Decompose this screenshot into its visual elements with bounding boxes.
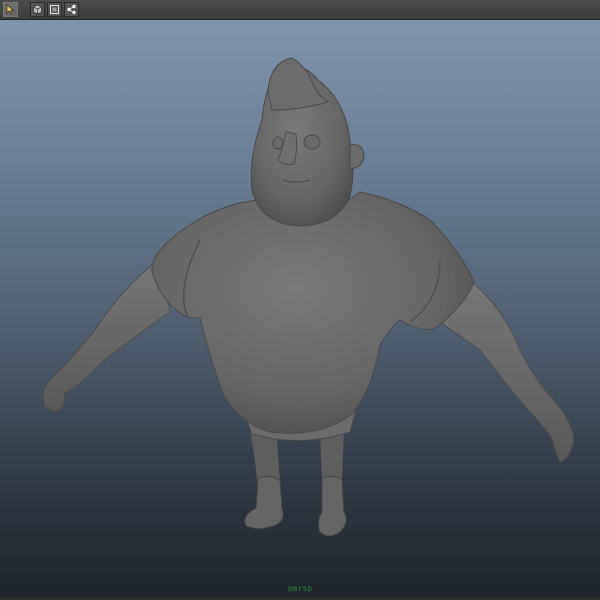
ear bbox=[349, 144, 365, 169]
character-model[interactable] bbox=[0, 20, 600, 597]
viewport-toolbar bbox=[0, 0, 600, 20]
right-boot bbox=[317, 475, 347, 537]
cube-view-tool-button[interactable] bbox=[30, 2, 45, 17]
torso bbox=[151, 191, 475, 434]
left-boot bbox=[244, 475, 284, 530]
select-tool-button[interactable] bbox=[3, 2, 18, 17]
3d-viewport[interactable]: persp bbox=[0, 20, 600, 597]
select-arrow-icon bbox=[6, 4, 15, 15]
left-arm bbox=[42, 257, 171, 412]
share-tool-button[interactable] bbox=[64, 2, 79, 17]
camera-label: persp bbox=[287, 584, 313, 593]
right-arm bbox=[439, 279, 575, 463]
cube-icon bbox=[33, 4, 42, 15]
frame-tool-button[interactable] bbox=[47, 2, 62, 17]
share-nodes-icon bbox=[67, 4, 76, 15]
frame-icon bbox=[50, 5, 59, 14]
